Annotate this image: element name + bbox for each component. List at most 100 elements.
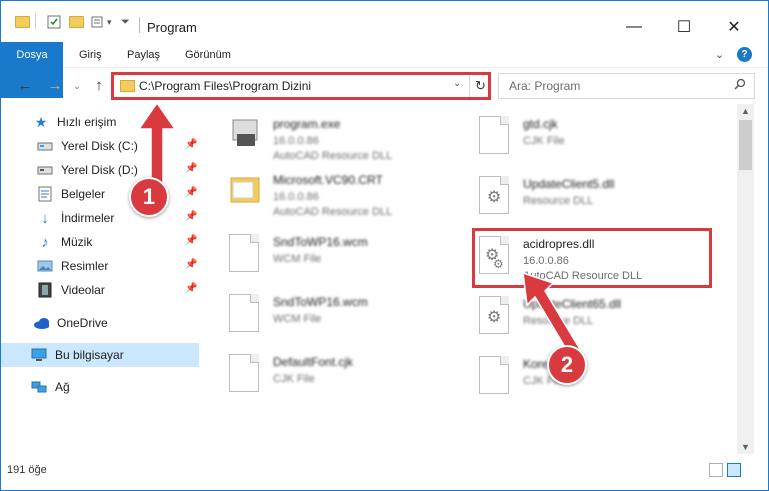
expand-ribbon-icon[interactable]: ⌄ (715, 42, 724, 68)
sidebar-item-network[interactable]: Ağ (1, 375, 206, 399)
documents-icon (37, 186, 53, 202)
annotation-badge-1: 1 (129, 177, 169, 217)
music-icon: ♪ (41, 233, 49, 251)
scroll-up-icon[interactable]: ▲ (741, 106, 750, 116)
close-button[interactable]: ✕ (711, 13, 757, 41)
folder-icon (229, 172, 263, 212)
title-bar: ▾ ⏷ Program — ☐ ✕ (1, 1, 768, 41)
downloads-icon: ↓ (41, 209, 49, 227)
pin-icon[interactable]: 📌 (185, 235, 197, 246)
customize-toolbar-icon[interactable] (91, 13, 107, 31)
computer-icon (31, 347, 47, 363)
generic-file-icon (479, 116, 513, 156)
file-type: WCM File (273, 313, 322, 325)
exe-icon (229, 116, 263, 156)
dll-icon: ⚙ (479, 176, 513, 216)
file-item[interactable]: Microsoft.VC90.CRT 16.0.0.86 AutoCAD Res… (207, 166, 417, 222)
sidebar-item-label: Müzik (61, 235, 93, 249)
quick-access-separator (35, 13, 36, 29)
file-name: SndToWP16.wcm (273, 295, 368, 309)
details-view-icon[interactable] (709, 463, 723, 477)
pin-icon[interactable]: 📌 (185, 211, 197, 222)
file-item[interactable]: gtd.cjk CJK File (457, 110, 667, 166)
sidebar-item-videos[interactable]: Videolar 📌 (1, 278, 206, 302)
properties-icon[interactable] (46, 13, 62, 31)
generic-file-icon (229, 294, 263, 334)
file-name: UpdateClient5.dll (523, 177, 615, 191)
videos-icon (37, 282, 53, 298)
sidebar-item-label: İndirmeler (61, 211, 115, 225)
sidebar-item-label: Resimler (61, 259, 109, 273)
drive-icon (37, 138, 53, 154)
back-button[interactable]: ← (17, 77, 33, 95)
annotation-arrow-2 (522, 271, 583, 359)
file-name: gtd.cjk (523, 117, 558, 131)
file-item[interactable]: DefaultFont.cjk CJK File (207, 348, 417, 404)
tiles-view-icon[interactable] (727, 463, 741, 477)
new-folder-icon[interactable] (69, 13, 84, 31)
folder-icon (15, 13, 30, 31)
address-highlight-box (111, 72, 491, 100)
pin-icon[interactable]: 📌 (185, 259, 197, 270)
file-version: 16.0.0.86 (273, 191, 319, 203)
chevron-down-icon[interactable]: ▾ (107, 13, 112, 31)
item-count: 191 öğe (7, 464, 47, 476)
generic-file-icon (479, 356, 513, 396)
search-icon (734, 78, 746, 90)
navigation-bar: ← → ⌄ ↑ C:\Program Files\Program Dizini … (1, 69, 768, 103)
qa-dropdown-icon[interactable]: ⏷ (121, 13, 130, 31)
generic-file-icon (229, 354, 263, 394)
sidebar-item-label: OneDrive (57, 316, 108, 330)
sidebar-item-this-pc[interactable]: Bu bilgisayar (1, 343, 199, 367)
file-type: CJK File (273, 373, 315, 385)
up-button[interactable]: ↑ (91, 77, 107, 95)
tab-view[interactable]: Görünüm (185, 42, 231, 68)
sidebar-item-onedrive[interactable]: OneDrive (1, 311, 206, 335)
sidebar-item-label: Hızlı erişim (57, 115, 117, 129)
file-version: 16.0.0.86 (273, 135, 319, 147)
file-item[interactable]: ⚙ UpdateClient5.dll Resource DLL (457, 170, 667, 226)
search-input[interactable]: Ara: Program (498, 73, 755, 99)
help-icon[interactable]: ? (737, 47, 752, 62)
file-name: program.exe (273, 117, 341, 131)
file-type: Resource DLL (523, 195, 594, 207)
search-placeholder: Ara: Program (509, 79, 581, 93)
sidebar-item-music[interactable]: ♪ Müzik 📌 (1, 230, 206, 254)
file-description: AutoCAD Resource DLL (273, 206, 393, 218)
pictures-icon (37, 258, 53, 274)
file-name: Microsoft.VC90.CRT (273, 173, 383, 187)
file-description: AutoCAD Resource DLL (273, 150, 393, 162)
generic-file-icon (229, 234, 263, 274)
cloud-icon (33, 315, 49, 331)
tab-share[interactable]: Paylaş (127, 42, 160, 68)
file-highlight-box (472, 228, 712, 288)
file-type: CJK File (523, 135, 565, 147)
dll-icon: ⚙ (479, 296, 513, 336)
scroll-down-icon[interactable]: ▼ (741, 442, 750, 452)
sidebar-item-label: Yerel Disk (D:) (61, 163, 138, 177)
explorer-window: ▾ ⏷ Program — ☐ ✕ Dosya Giriş Paylaş Gör… (0, 0, 769, 491)
file-name: SndToWP16.wcm (273, 235, 368, 249)
star-icon: ★ (34, 113, 48, 130)
scroll-thumb[interactable] (739, 120, 752, 170)
ribbon-tabs: Dosya Giriş Paylaş Görünüm ⌄ ? (1, 42, 768, 98)
recent-locations-icon[interactable]: ⌄ (69, 77, 85, 95)
tab-home[interactable]: Giriş (79, 42, 102, 68)
minimize-button[interactable]: — (611, 13, 657, 41)
network-icon (31, 379, 47, 395)
forward-button[interactable]: → (47, 77, 63, 95)
pin-icon[interactable]: 📌 (185, 283, 197, 294)
maximize-button[interactable]: ☐ (661, 13, 707, 41)
sidebar-item-pictures[interactable]: Resimler 📌 (1, 254, 206, 278)
vertical-scrollbar[interactable]: ▲ ▼ (737, 104, 754, 454)
sidebar-item-label: Videolar (61, 283, 105, 297)
status-bar: 191 öğe (1, 454, 768, 490)
sidebar-item-label: Bu bilgisayar (55, 348, 124, 362)
annotation-badge-2: 2 (547, 345, 587, 385)
file-item[interactable]: program.exe 16.0.0.86 AutoCAD Resource D… (207, 110, 417, 166)
title-separator (139, 17, 140, 33)
drive-icon (37, 162, 53, 178)
file-item[interactable]: SndToWP16.wcm WCM File (207, 288, 417, 344)
file-name: DefaultFont.cjk (273, 355, 354, 369)
file-item[interactable]: SndToWP16.wcm WCM File (207, 228, 417, 284)
